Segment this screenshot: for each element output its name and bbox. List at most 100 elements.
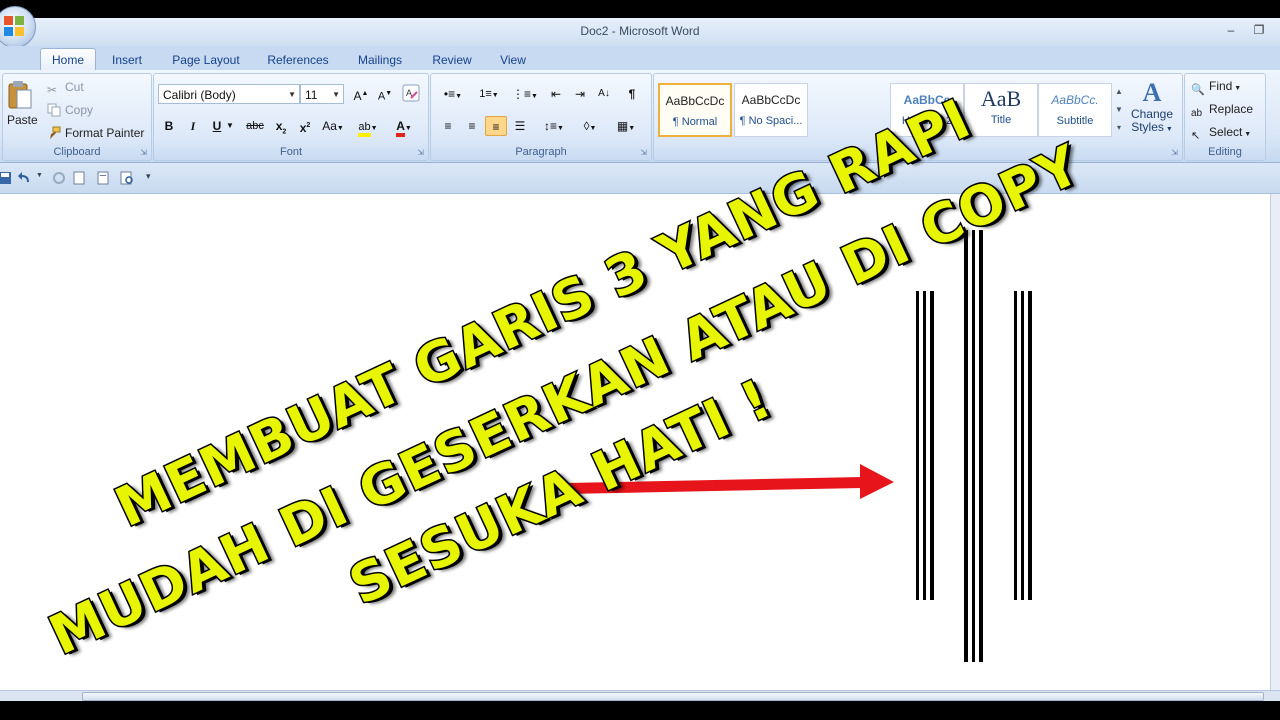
sort-icon[interactable]: A↓: [593, 84, 615, 104]
title-bar: Doc2 - Microsoft Word – ❐: [0, 18, 1280, 46]
triple-line-right[interactable]: [1014, 291, 1032, 600]
line-spacing-icon[interactable]: ↕≡▼: [539, 116, 569, 136]
chevron-down-icon[interactable]: ▼: [36, 172, 43, 179]
justify-icon[interactable]: ☰: [509, 116, 531, 136]
print-preview-icon[interactable]: [120, 171, 134, 185]
paragraph-group: •≡▼ 1≡▼ ⋮≡▼ ⇤ ⇥ A↓ ¶ ≡ ≡ ≡ ☰ ↕≡▼ ◊▼ ▦▼ P…: [430, 73, 652, 161]
font-size-combo[interactable]: 11 ▼: [300, 84, 344, 104]
line-stroke: [972, 230, 975, 662]
redo-icon[interactable]: [52, 171, 66, 185]
copy-label: Copy: [65, 103, 94, 117]
style-name: Subtitle: [1056, 115, 1094, 127]
customize-toolbar-icon[interactable]: ▾: [146, 171, 151, 182]
change-styles-button[interactable]: A Change Styles ▼: [1128, 78, 1176, 144]
change-case-icon[interactable]: Aa▼: [318, 116, 348, 136]
styles-scroll[interactable]: ▲ ▼ ▾: [1114, 83, 1124, 137]
paragraph-group-label: Paragraph: [515, 146, 567, 158]
style-subtitle[interactable]: AaBbCc. Subtitle: [1038, 83, 1112, 137]
screenshot: Doc2 - Microsoft Word – ❐ Home Insert Pa…: [0, 0, 1280, 720]
style-sample: AaBbCcDc: [741, 93, 801, 107]
select-button[interactable]: ↖ Select ▼: [1191, 125, 1251, 143]
save-icon[interactable]: [0, 171, 12, 185]
style-normal[interactable]: AaBbCcDc ¶ Normal: [658, 83, 732, 137]
highlight-icon[interactable]: ab▼: [354, 116, 382, 137]
borders-icon[interactable]: ▦▼: [611, 116, 641, 136]
select-label: Select: [1209, 125, 1243, 139]
shading-icon[interactable]: ◊▼: [575, 116, 605, 136]
open-icon[interactable]: [96, 171, 110, 185]
increase-indent-icon[interactable]: ⇥: [569, 84, 591, 104]
replace-icon: ab: [1191, 108, 1203, 119]
restore-icon[interactable]: ❐: [1246, 21, 1272, 39]
tab-page-layout[interactable]: Page Layout: [166, 50, 246, 70]
style-title[interactable]: AaB Title: [964, 83, 1038, 137]
find-label: Find: [1209, 79, 1233, 93]
align-left-icon[interactable]: ≡: [437, 116, 459, 136]
replace-label: Replace: [1209, 102, 1254, 116]
font-size-value: 11: [305, 88, 318, 102]
tab-view[interactable]: View: [492, 50, 534, 70]
line-stroke: [930, 291, 934, 600]
tab-mailings[interactable]: Mailings: [350, 50, 410, 70]
font-group-label: Font: [279, 146, 302, 158]
chevron-down-icon: ▼: [332, 90, 340, 99]
line-stroke: [1028, 291, 1032, 600]
undo-icon[interactable]: [18, 171, 32, 185]
line-stroke: [923, 291, 926, 600]
office-logo-icon: [4, 16, 24, 36]
paste-button[interactable]: Paste: [7, 80, 38, 144]
ribbon-tabs: Home Insert Page Layout References Maili…: [0, 46, 1280, 71]
line-stroke: [964, 230, 968, 662]
tab-home[interactable]: Home: [40, 48, 96, 71]
vertical-scrollbar[interactable]: [1270, 194, 1280, 690]
triple-line-left[interactable]: [916, 291, 934, 600]
clipboard-group: Paste ✂ Cut Copy Format Painter Clipboard…: [2, 73, 152, 161]
italic-icon[interactable]: I: [182, 116, 204, 136]
new-document-icon[interactable]: [72, 171, 86, 185]
font-launcher-icon[interactable]: ⇲: [417, 148, 424, 157]
align-center-icon[interactable]: ≡: [461, 116, 483, 136]
pilcrow-icon[interactable]: ¶: [621, 84, 643, 104]
strikethrough-icon[interactable]: abc: [244, 116, 266, 136]
superscript-icon[interactable]: x2: [294, 116, 316, 136]
grow-font-icon[interactable]: A▲: [350, 84, 372, 104]
editing-group-label: Editing: [1208, 146, 1242, 158]
style-no-spacing[interactable]: AaBbCcDc ¶ No Spaci...: [734, 83, 808, 137]
minimize-icon[interactable]: –: [1218, 21, 1244, 39]
style-name: ¶ Normal: [672, 116, 718, 128]
replace-button[interactable]: ab Replace: [1191, 102, 1253, 122]
font-group: Calibri (Body) ▼ 11 ▼ A▲ A▼ A B I U ▼ ab…: [153, 73, 429, 161]
bullets-icon[interactable]: •≡▼: [437, 84, 469, 104]
style-sample: AaBbCc.: [1051, 93, 1099, 107]
numbering-icon[interactable]: 1≡▼: [473, 84, 505, 104]
align-right-icon[interactable]: ≡: [485, 116, 507, 136]
cut-button[interactable]: ✂ Cut: [47, 80, 84, 97]
horizontal-scroll-thumb[interactable]: [82, 692, 1264, 701]
tab-references[interactable]: References: [262, 50, 334, 70]
subscript-icon[interactable]: x2: [270, 116, 292, 136]
find-button[interactable]: 🔍 Find ▼: [1191, 79, 1241, 97]
tab-insert[interactable]: Insert: [104, 50, 150, 70]
bold-icon[interactable]: B: [158, 116, 180, 136]
shrink-font-icon[interactable]: A▼: [374, 84, 396, 104]
clipboard-launcher-icon[interactable]: ⇲: [140, 148, 147, 157]
clipboard-group-label: Clipboard: [53, 146, 101, 158]
decrease-indent-icon[interactable]: ⇤: [545, 84, 567, 104]
style-sample: AaBbCcDc: [665, 94, 725, 108]
horizontal-scrollbar[interactable]: [0, 690, 1280, 701]
copy-button[interactable]: Copy: [47, 103, 93, 117]
font-name-combo[interactable]: Calibri (Body) ▼: [158, 84, 300, 104]
multilevel-list-icon[interactable]: ⋮≡▼: [509, 84, 541, 104]
chevron-down-icon[interactable]: ▼: [224, 116, 236, 136]
triple-line-center[interactable]: [964, 230, 983, 662]
tab-review[interactable]: Review: [426, 50, 478, 70]
paragraph-launcher-icon[interactable]: ⇲: [640, 148, 647, 157]
cursor-icon: ↖: [1191, 130, 1201, 142]
font-color-icon[interactable]: A▼: [390, 116, 418, 137]
styles-launcher-icon[interactable]: ⇲: [1171, 148, 1178, 157]
clear-formatting-icon[interactable]: A: [400, 84, 422, 104]
ribbon: Paste ✂ Cut Copy Format Painter Clipboard…: [0, 70, 1280, 163]
window-title: Doc2 - Microsoft Word: [580, 24, 700, 38]
format-painter-button[interactable]: Format Painter: [47, 126, 144, 140]
change-styles-label: Change Styles ▼: [1130, 107, 1174, 134]
